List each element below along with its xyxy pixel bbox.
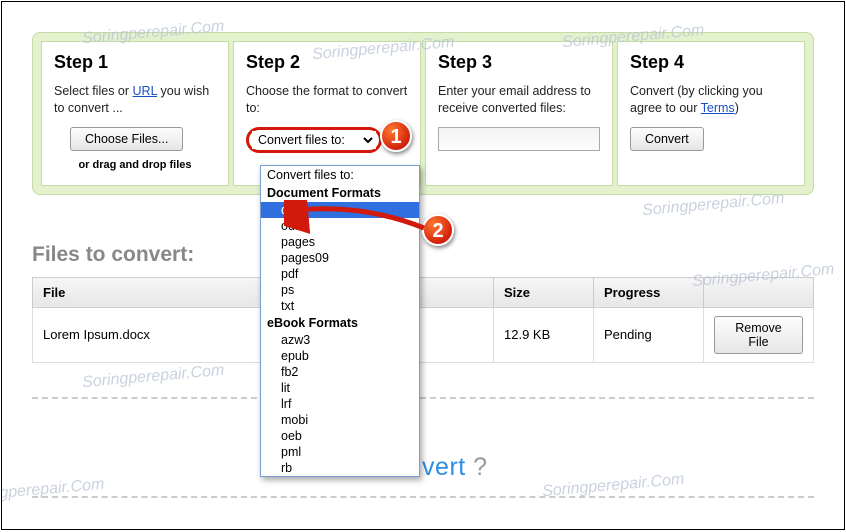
table-header-row: File Size Progress <box>33 277 814 307</box>
col-actions <box>704 277 814 307</box>
url-link[interactable]: URL <box>133 84 158 98</box>
col-size: Size <box>494 277 594 307</box>
callout-badge-1: 1 <box>380 120 412 152</box>
step-1: Step 1 Select files or URL you wish to c… <box>41 41 229 186</box>
remove-file-button[interactable]: Remove File <box>714 316 803 354</box>
dropdown-item-txt[interactable]: txt <box>261 298 419 314</box>
format-select[interactable]: Convert files to: <box>252 131 376 149</box>
files-table: File Size Progress Lorem Ipsum.docx 12.9… <box>32 277 814 363</box>
steps-bar: Step 1 Select files or URL you wish to c… <box>32 32 814 195</box>
step-3-text: Enter your email address to receive conv… <box>438 83 600 117</box>
step-3: Step 3 Enter your email address to recei… <box>425 41 613 186</box>
step-3-title: Step 3 <box>438 52 600 73</box>
dropdown-item-oeb[interactable]: oeb <box>261 428 419 444</box>
dropdown-item-ps[interactable]: ps <box>261 282 419 298</box>
step-4-title: Step 4 <box>630 52 792 73</box>
step-1-text: Select files or URL you wish to convert … <box>54 83 216 117</box>
dropdown-item-pages[interactable]: pages <box>261 234 419 250</box>
col-progress: Progress <box>594 277 704 307</box>
choose-files-button[interactable]: Choose Files... <box>70 127 183 151</box>
arrow-icon <box>284 200 430 236</box>
dropdown-placeholder[interactable]: Convert files to: <box>261 166 419 184</box>
step-2-title: Step 2 <box>246 52 408 73</box>
step-4: Step 4 Convert (by clicking you agree to… <box>617 41 805 186</box>
app-frame: Soringperepair.Com Soringperepair.Com So… <box>1 1 845 530</box>
dropdown-item-azw3[interactable]: azw3 <box>261 332 419 348</box>
cell-progress: Pending <box>594 307 704 362</box>
bottom-strip: e convert ? <box>32 397 814 498</box>
dropdown-item-fb2[interactable]: fb2 <box>261 364 419 380</box>
dropdown-item-mobi[interactable]: mobi <box>261 412 419 428</box>
watermark: Soringperepair.Com <box>81 362 225 392</box>
dropdown-item-pml[interactable]: pml <box>261 444 419 460</box>
step-2-text: Choose the format to convert to: <box>246 83 408 117</box>
dropdown-item-lit[interactable]: lit <box>261 380 419 396</box>
dropdown-item-pdf[interactable]: pdf <box>261 266 419 282</box>
format-select-highlight: Convert files to: <box>246 127 382 153</box>
dropdown-item-lrf[interactable]: lrf <box>261 396 419 412</box>
dropdown-group-ebook: eBook Formats <box>261 314 419 332</box>
terms-link[interactable]: Terms <box>701 101 735 115</box>
convert-button[interactable]: Convert <box>630 127 704 151</box>
dropdown-item-epub[interactable]: epub <box>261 348 419 364</box>
dropdown-item-rb[interactable]: rb <box>261 460 419 476</box>
dropdown-item-pages09[interactable]: pages09 <box>261 250 419 266</box>
bottom-text: e convert ? <box>32 453 814 482</box>
step-1-title: Step 1 <box>54 52 216 73</box>
files-title: Files to convert: <box>32 243 814 267</box>
table-row: Lorem Ipsum.docx 12.9 KB Pending Remove … <box>33 307 814 362</box>
cell-actions: Remove File <box>704 307 814 362</box>
drag-drop-hint: or drag and drop files <box>54 159 216 171</box>
step-4-text: Convert (by clicking you agree to our Te… <box>630 83 792 117</box>
email-field[interactable] <box>438 127 600 151</box>
cell-size: 12.9 KB <box>494 307 594 362</box>
